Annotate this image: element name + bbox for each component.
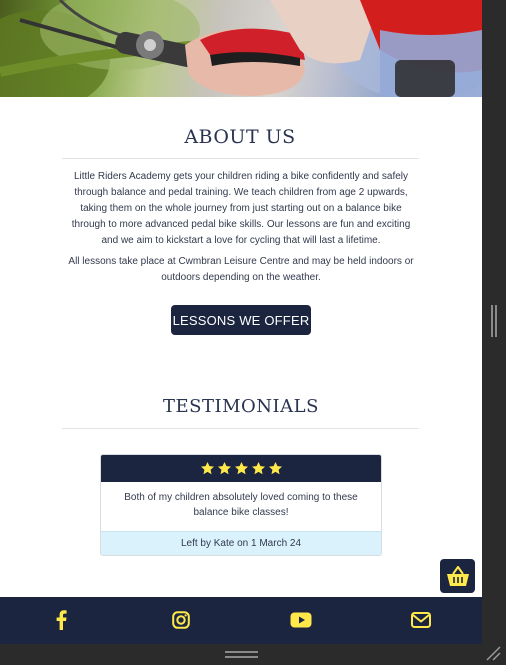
basket-icon: [446, 566, 469, 586]
about-divider: [62, 158, 419, 159]
horizontal-resize-handle[interactable]: [225, 651, 258, 659]
youtube-link[interactable]: [290, 609, 312, 631]
star-icon: [268, 461, 282, 475]
email-link[interactable]: [410, 609, 432, 631]
footer: [0, 597, 482, 644]
facebook-link[interactable]: [50, 609, 72, 631]
page-viewport: ABOUT US Little Riders Academy gets your…: [0, 0, 482, 644]
lessons-we-offer-button[interactable]: LESSONS WE OFFER: [171, 305, 311, 335]
youtube-icon: [290, 612, 312, 628]
facebook-icon: [56, 610, 67, 630]
testimonials-divider: [62, 428, 419, 429]
email-icon: [411, 612, 431, 628]
testimonial-quote: Both of my children absolutely loved com…: [124, 492, 358, 518]
basket-button[interactable]: [440, 559, 475, 593]
hero-image: [0, 0, 482, 97]
about-heading: ABOUT US: [184, 126, 296, 148]
star-icon: [200, 461, 214, 475]
instagram-link[interactable]: [170, 609, 192, 631]
testimonial-author: Left by Kate on 1 March 24: [101, 531, 381, 555]
star-icon: [251, 461, 265, 475]
instagram-icon: [172, 611, 190, 629]
star-icon: [217, 461, 231, 475]
about-location-paragraph: All lessons take place at Cwmbran Leisur…: [68, 256, 414, 283]
testimonial-card: Both of my children absolutely loved com…: [100, 454, 382, 556]
corner-resize-handle[interactable]: [485, 645, 501, 661]
star-rating: [101, 455, 381, 482]
star-icon: [234, 461, 248, 475]
testimonials-heading: TESTIMONIALS: [163, 396, 319, 417]
about-paragraph: Little Riders Academy gets your children…: [71, 171, 411, 246]
vertical-resize-handle[interactable]: [491, 305, 497, 337]
